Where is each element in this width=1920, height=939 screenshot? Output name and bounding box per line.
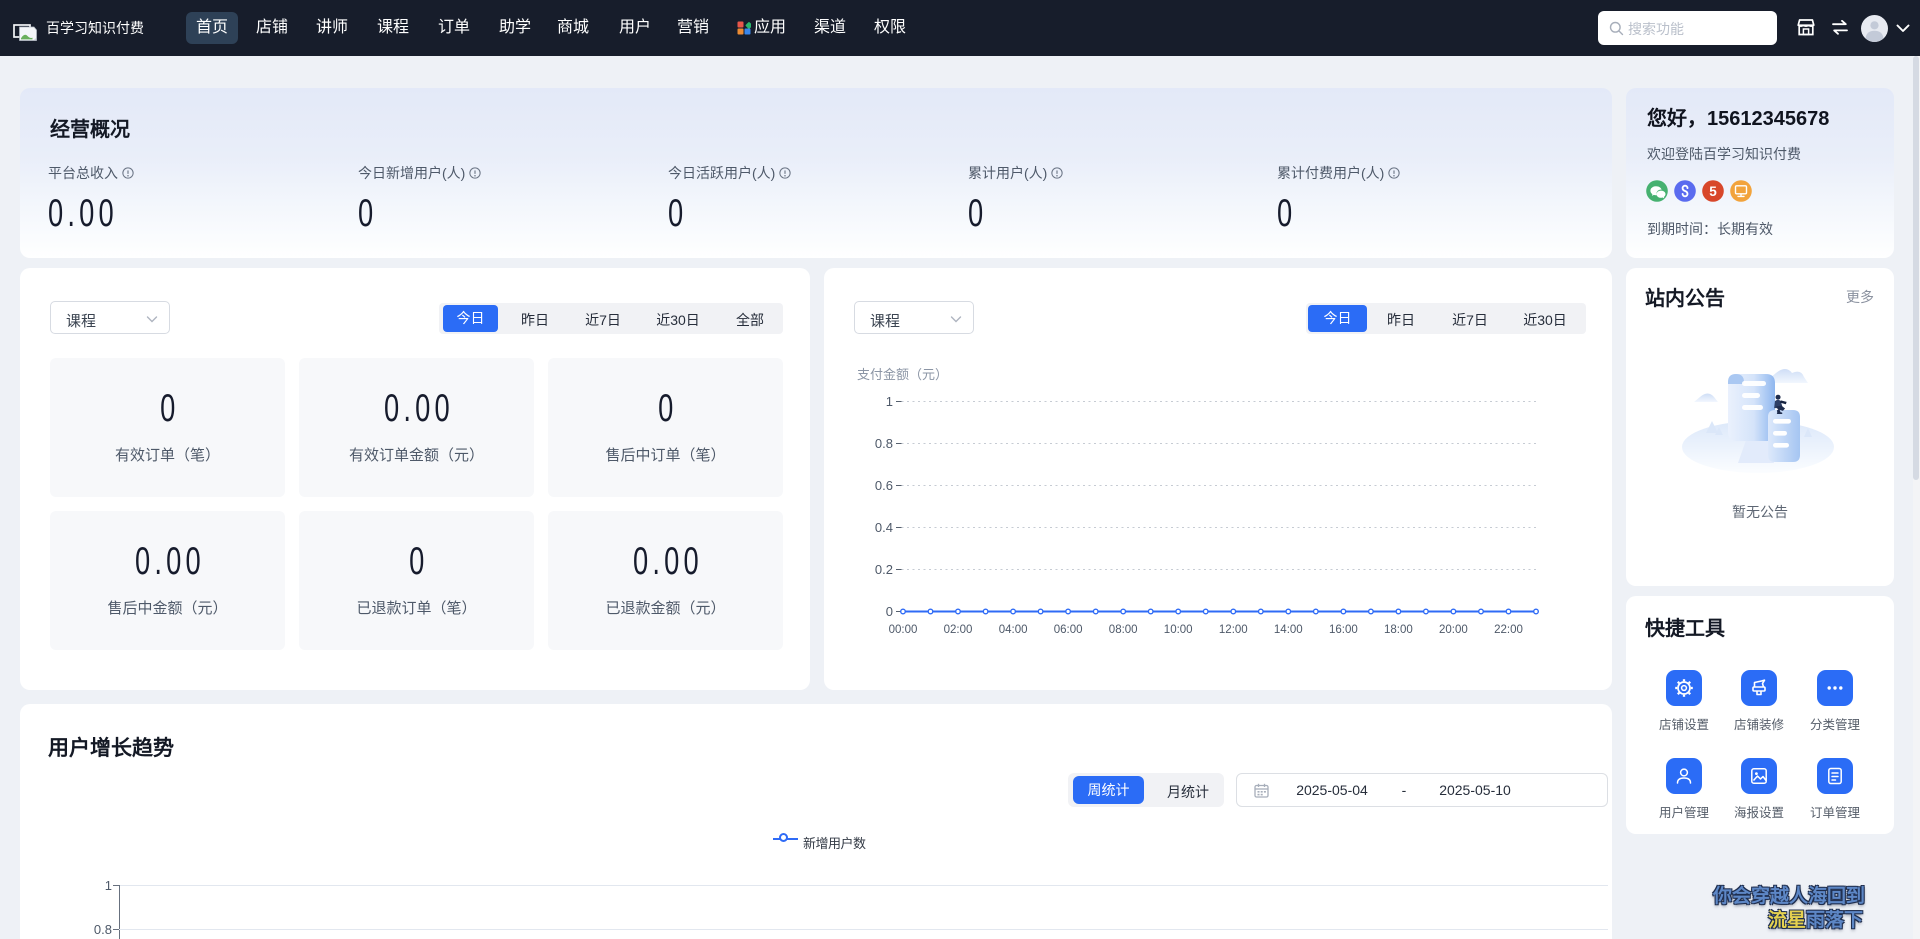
svg-text:5: 5	[1709, 184, 1717, 199]
svg-text:22:00: 22:00	[1494, 624, 1523, 636]
svg-text:12:00: 12:00	[1219, 624, 1248, 636]
svg-text:06:00: 06:00	[1054, 624, 1083, 636]
svg-text:0: 0	[886, 604, 893, 619]
svg-text:14:00: 14:00	[1274, 624, 1303, 636]
svg-text:0.6: 0.6	[875, 478, 893, 493]
svg-text:0.4: 0.4	[875, 520, 893, 535]
svg-text:1: 1	[886, 394, 893, 409]
svg-text:0.8: 0.8	[875, 436, 893, 451]
svg-text:02:00: 02:00	[944, 624, 973, 636]
svg-text:16:00: 16:00	[1329, 624, 1358, 636]
svg-text:00:00: 00:00	[889, 624, 918, 636]
svg-text:20:00: 20:00	[1439, 624, 1468, 636]
svg-text:04:00: 04:00	[999, 624, 1028, 636]
svg-text:0.2: 0.2	[875, 562, 893, 577]
svg-text:18:00: 18:00	[1384, 624, 1413, 636]
svg-text:08:00: 08:00	[1109, 624, 1138, 636]
svg-text:10:00: 10:00	[1164, 624, 1193, 636]
